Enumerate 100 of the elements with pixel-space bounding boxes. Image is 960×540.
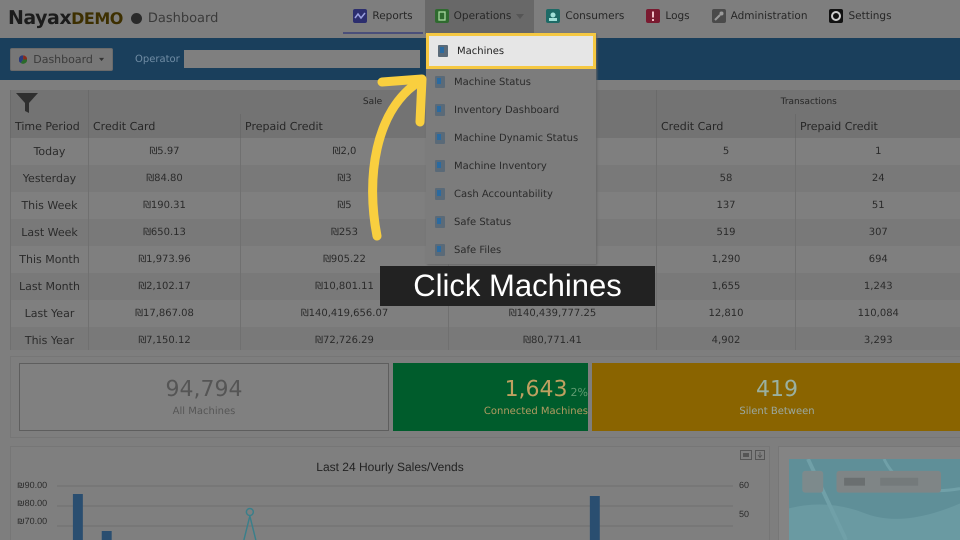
stat-label: Connected Machines: [484, 406, 588, 417]
column-header: Time Period: [15, 120, 80, 132]
table-cell: ₪650.13: [143, 227, 186, 238]
column-header: Prepaid Credit: [800, 120, 878, 132]
table-cell: Last Week: [21, 226, 78, 239]
axis-tick-label: 60: [739, 480, 750, 490]
chart-title: Last 24 Hourly Sales/Vends: [316, 460, 464, 474]
column-group-header: Transactions: [780, 97, 837, 107]
table-cell: 137: [716, 200, 736, 211]
callout-text: Click Machines: [413, 268, 622, 304]
menu-item[interactable]: Safe Files: [426, 236, 596, 264]
column-group-header: Sale: [362, 97, 382, 107]
document-icon: [432, 214, 448, 230]
document-icon: [432, 242, 448, 258]
stat-value: 419: [756, 377, 798, 402]
key-icon: [712, 9, 726, 23]
table-cell: This Month: [19, 253, 80, 266]
table-cell: 694: [868, 254, 888, 265]
view-dropdown[interactable]: Dashboard: [10, 48, 113, 70]
nav-tab[interactable]: Administration: [702, 0, 818, 34]
table-cell: Last Month: [19, 280, 80, 293]
table-cell: ₪80,771.41: [523, 335, 582, 346]
table-cell: 1,655: [712, 281, 740, 292]
clipboard-icon: [434, 9, 449, 23]
document-icon: [435, 43, 451, 59]
stat-label: Silent Between: [739, 406, 815, 417]
chart-bar: [72, 494, 83, 540]
pie-chart-icon: [19, 52, 28, 66]
gear-icon: [829, 9, 844, 23]
table-cell: This Year: [24, 334, 74, 347]
table-cell: 110,084: [858, 308, 899, 319]
table-cell: ₪140,439,777.25: [508, 308, 596, 319]
stat-percent: 2%: [570, 386, 588, 399]
table-cell: ₪3: [337, 173, 352, 184]
status-dot-icon: [130, 12, 142, 24]
table-cell: 12,810: [708, 308, 744, 319]
chart-bar: [590, 496, 600, 540]
table-cell: 5: [722, 146, 730, 157]
document-icon: [432, 158, 448, 174]
table-cell: ₪5.97: [149, 146, 180, 157]
chart-icon: [353, 9, 368, 23]
table-cell: Last Year: [24, 307, 74, 320]
page-title: Dashboard: [148, 10, 218, 26]
table-cell: ₪84.80: [146, 173, 183, 184]
stat-card[interactable]: 1,643 2% Connected Machines: [393, 363, 588, 431]
document-icon: [432, 102, 448, 118]
table-cell: 51: [872, 200, 885, 211]
stat-card[interactable]: 419 Silent Between: [592, 363, 960, 431]
table-cell: ₪7,150.12: [138, 335, 191, 346]
column-header: Credit Card: [93, 120, 156, 132]
menu-item[interactable]: Machine Dynamic Status: [426, 124, 596, 152]
table-cell: ₪1,973.96: [138, 254, 191, 265]
table-cell: ₪253: [331, 227, 358, 238]
table-cell: ₪2,102.17: [138, 281, 191, 292]
table-cell: Today: [34, 145, 66, 158]
table-cell: ₪10,801.11: [315, 281, 374, 292]
caret-icon: [98, 56, 104, 62]
document-icon: [432, 130, 448, 146]
nav-tab[interactable]: Settings: [819, 0, 902, 34]
chart-line: [243, 508, 257, 540]
table-cell: ₪17,867.08: [135, 308, 194, 319]
image-icon[interactable]: [740, 450, 752, 460]
download-icon[interactable]: [755, 450, 765, 460]
nav-tab[interactable]: Operations: [424, 0, 534, 34]
table-cell: 58: [720, 173, 732, 184]
nav-tab[interactable]: Reports: [343, 0, 423, 34]
people-icon: [546, 9, 560, 23]
axis-tick-label: 50: [739, 509, 750, 519]
table-cell: 307: [868, 227, 888, 238]
document-icon: [432, 186, 448, 202]
table-cell: ₪72,726.29: [315, 335, 374, 346]
document-icon: [432, 74, 448, 90]
axis-tick-label: ₪80.00: [17, 498, 48, 508]
stat-value: 1,643: [504, 377, 568, 402]
menu-item[interactable]: Safe Status: [426, 208, 596, 236]
axis-tick-label: ₪90.00: [17, 480, 48, 490]
table-cell: 1,243: [864, 281, 893, 292]
menu-item[interactable]: Inventory Dashboard: [426, 96, 596, 124]
table-cell: ₪5: [337, 200, 352, 211]
operator-label: Operator: [135, 54, 180, 64]
table-cell: 3,293: [864, 335, 893, 346]
menu-item[interactable]: Machines: [426, 33, 596, 69]
nav-tab[interactable]: Logs: [636, 0, 700, 34]
chart-bar: [102, 531, 112, 540]
menu-item[interactable]: Cash Accountability: [426, 180, 596, 208]
table-cell: ₪2,0: [332, 146, 356, 157]
table-cell: ₪190.31: [143, 200, 186, 211]
menu-item[interactable]: Machine Inventory: [426, 152, 596, 180]
menu-item[interactable]: Machine Status: [426, 68, 596, 96]
table-cell: This Week: [21, 199, 78, 212]
table-cell: ₪905.22: [323, 254, 366, 265]
table-cell: 4,902: [712, 335, 740, 346]
logo-text: Nayax: [8, 7, 72, 29]
table-cell: 1,290: [712, 254, 740, 265]
alert-icon: [646, 9, 660, 23]
table-cell: Yesterday: [22, 172, 76, 185]
operator-field[interactable]: [184, 50, 420, 68]
axis-tick-label: ₪70.00: [17, 516, 48, 526]
table-cell: 1: [875, 146, 882, 157]
table-cell: 519: [716, 227, 736, 238]
